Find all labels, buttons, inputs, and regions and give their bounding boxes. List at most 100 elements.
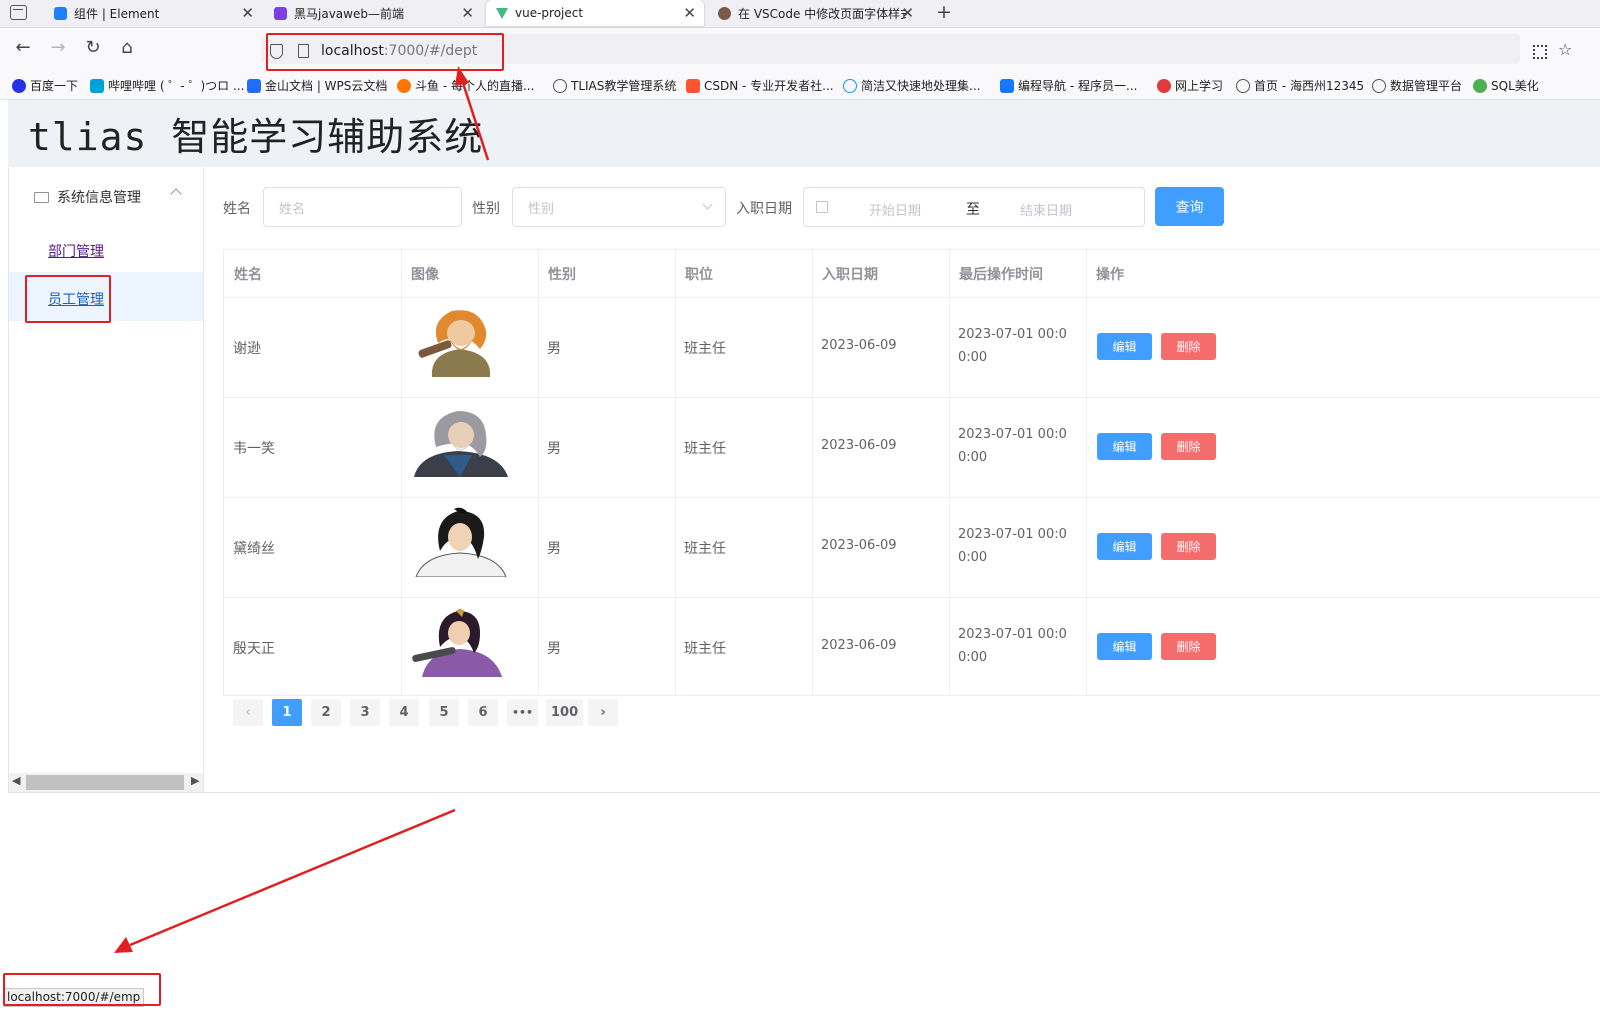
row-divider xyxy=(224,497,1600,498)
header-entry-date: 入职日期 xyxy=(822,267,878,283)
tab-vue-project[interactable]: vue-project ✕ xyxy=(486,0,704,26)
end-date-input[interactable]: 结束日期 xyxy=(1020,200,1072,219)
delete-button[interactable]: 删除 xyxy=(1161,333,1216,360)
divider xyxy=(8,792,204,793)
edit-button[interactable]: 编辑 xyxy=(1097,433,1152,460)
globe-icon xyxy=(1372,78,1386,93)
cell-gender: 男 xyxy=(547,341,561,357)
annotation-box-url xyxy=(266,33,504,71)
baidu-paw-icon xyxy=(12,78,26,93)
start-date-input[interactable]: 开始日期 xyxy=(869,200,921,219)
row-divider xyxy=(224,297,1600,298)
back-arrow-icon[interactable]: ← xyxy=(12,37,34,58)
browser-tab-strip: 组件 | Element ✕ 黑马javaweb—前端 ✕ vue-projec… xyxy=(0,0,1600,28)
bookmark-douyu[interactable]: 斗鱼 - 每个人的直播... xyxy=(397,77,534,94)
edit-button[interactable]: 编辑 xyxy=(1097,333,1152,360)
header-image: 图像 xyxy=(411,267,439,283)
row-divider xyxy=(224,597,1600,598)
bookmark-tlias[interactable]: TLIAS教学管理系统 xyxy=(553,77,676,94)
gender-select[interactable]: 性别 xyxy=(512,187,726,227)
bookmark-baidu[interactable]: 百度一下 xyxy=(12,77,78,94)
cell-gender: 男 xyxy=(547,441,561,457)
chevron-down-icon xyxy=(702,199,713,210)
pagination-page-2[interactable]: 2 xyxy=(311,699,341,726)
new-tab-plus-icon[interactable]: + xyxy=(936,1,952,23)
bookmark-wangshang[interactable]: 网上学习 xyxy=(1157,77,1223,94)
sidebar-item-dept[interactable]: 部门管理 xyxy=(48,241,104,261)
delete-button[interactable]: 删除 xyxy=(1161,533,1216,560)
avatar-wei-yixiao xyxy=(414,411,508,477)
delete-button[interactable]: 删除 xyxy=(1161,433,1216,460)
pagination-page-5[interactable]: 5 xyxy=(429,699,459,726)
cell-job: 班主任 xyxy=(684,341,726,357)
bookmark-biancheng[interactable]: 编程导航 - 程序员一... xyxy=(1000,77,1137,94)
edit-button[interactable]: 编辑 xyxy=(1097,533,1152,560)
query-button[interactable]: 查询 xyxy=(1155,187,1224,226)
globe-icon xyxy=(553,78,567,93)
bookmark-haixi[interactable]: 首页 - 海西州12345 xyxy=(1236,77,1364,94)
pagination-page-3[interactable]: 3 xyxy=(350,699,380,726)
scroll-right-arrow-icon[interactable]: ▶ xyxy=(191,774,199,787)
submenu-system-info[interactable]: 系统信息管理 xyxy=(34,187,141,207)
pagination-more-icon[interactable]: ••• xyxy=(507,699,539,726)
pagination-prev-button[interactable]: ‹ xyxy=(233,699,263,726)
entry-date-label: 入职日期 xyxy=(736,201,792,217)
column-divider xyxy=(538,250,539,696)
sidebar-horizontal-scrollbar[interactable]: ◀ ▶ xyxy=(9,773,203,792)
scroll-left-arrow-icon[interactable]: ◀ xyxy=(12,774,20,787)
bookmark-data-platform[interactable]: 数据管理平台 xyxy=(1372,77,1462,94)
tab-element[interactable]: 组件 | Element ✕ xyxy=(44,0,262,26)
bookmark-jianjie[interactable]: 简洁又快速地处理集... xyxy=(843,77,980,94)
bookmark-csdn[interactable]: CSDN - 专业开发者社... xyxy=(686,77,834,94)
avatar-yin-tianzheng xyxy=(412,609,502,677)
cloud-icon xyxy=(843,78,857,93)
column-divider xyxy=(949,250,950,696)
cell-name: 韦一笑 xyxy=(233,441,275,457)
tab-close-icon[interactable]: ✕ xyxy=(683,4,696,22)
tab-close-icon[interactable]: ✕ xyxy=(461,4,474,22)
cell-name: 黛绮丝 xyxy=(233,541,275,557)
divider xyxy=(204,792,1600,793)
bookmark-bilibili[interactable]: 哔哩哔哩 ( ゜- ゜)つロ ... xyxy=(90,77,244,94)
column-divider xyxy=(812,250,813,696)
reload-icon[interactable]: ↻ xyxy=(82,37,104,58)
bookmark-star-icon[interactable]: ☆ xyxy=(1558,40,1572,59)
pagination-page-6[interactable]: 6 xyxy=(468,699,498,726)
csdn-logo-icon xyxy=(686,78,700,93)
tab-heima-javaweb[interactable]: 黑马javaweb—前端 ✕ xyxy=(264,0,482,26)
message-icon xyxy=(34,191,49,203)
pagination-next-button[interactable]: › xyxy=(588,699,618,726)
column-divider xyxy=(675,250,676,696)
header-name: 姓名 xyxy=(234,267,262,283)
annotation-box-emp xyxy=(25,275,111,323)
scrollbar-thumb[interactable] xyxy=(26,775,184,790)
cell-update-time: 2023-07-01 00:0 0:00 xyxy=(958,327,1067,365)
annotation-arrow-to-status xyxy=(114,808,456,953)
tab-close-icon[interactable]: ✕ xyxy=(901,4,914,22)
home-icon[interactable]: ⌂ xyxy=(116,37,138,58)
tab-vscode-font[interactable]: 在 VSCode 中修改页面字体样式 ✕ xyxy=(708,0,916,26)
qr-code-icon[interactable] xyxy=(1533,45,1547,59)
avatar-xie-xun xyxy=(418,310,491,377)
pagination-page-100[interactable]: 100 xyxy=(546,699,584,726)
edit-button[interactable]: 编辑 xyxy=(1097,633,1152,660)
bookmark-wps[interactable]: 金山文档 | WPS云文档 xyxy=(247,77,387,94)
cell-gender: 男 xyxy=(547,541,561,557)
header-actions: 操作 xyxy=(1096,267,1124,283)
pagination-page-4[interactable]: 4 xyxy=(389,699,419,726)
date-range-picker[interactable]: 开始日期 至 结束日期 xyxy=(803,187,1145,227)
cell-update-time: 2023-07-01 00:0 0:00 xyxy=(958,427,1067,465)
annotation-box-status xyxy=(3,973,161,1006)
forward-arrow-icon[interactable]: → xyxy=(47,37,69,58)
tab-overview-icon[interactable] xyxy=(10,5,27,20)
delete-button[interactable]: 删除 xyxy=(1161,633,1216,660)
tab-close-icon[interactable]: ✕ xyxy=(241,4,254,22)
header-update-time: 最后操作时间 xyxy=(959,267,1043,283)
cell-entry-date: 2023-06-09 xyxy=(821,438,897,453)
name-input[interactable]: 姓名 xyxy=(263,187,462,227)
pagination-page-1[interactable]: 1 xyxy=(272,699,302,726)
header-job: 职位 xyxy=(685,267,713,283)
bookmark-sql[interactable]: SQL美化 xyxy=(1473,77,1539,94)
vue-favicon-icon xyxy=(496,7,508,19)
name-label: 姓名 xyxy=(223,201,251,217)
